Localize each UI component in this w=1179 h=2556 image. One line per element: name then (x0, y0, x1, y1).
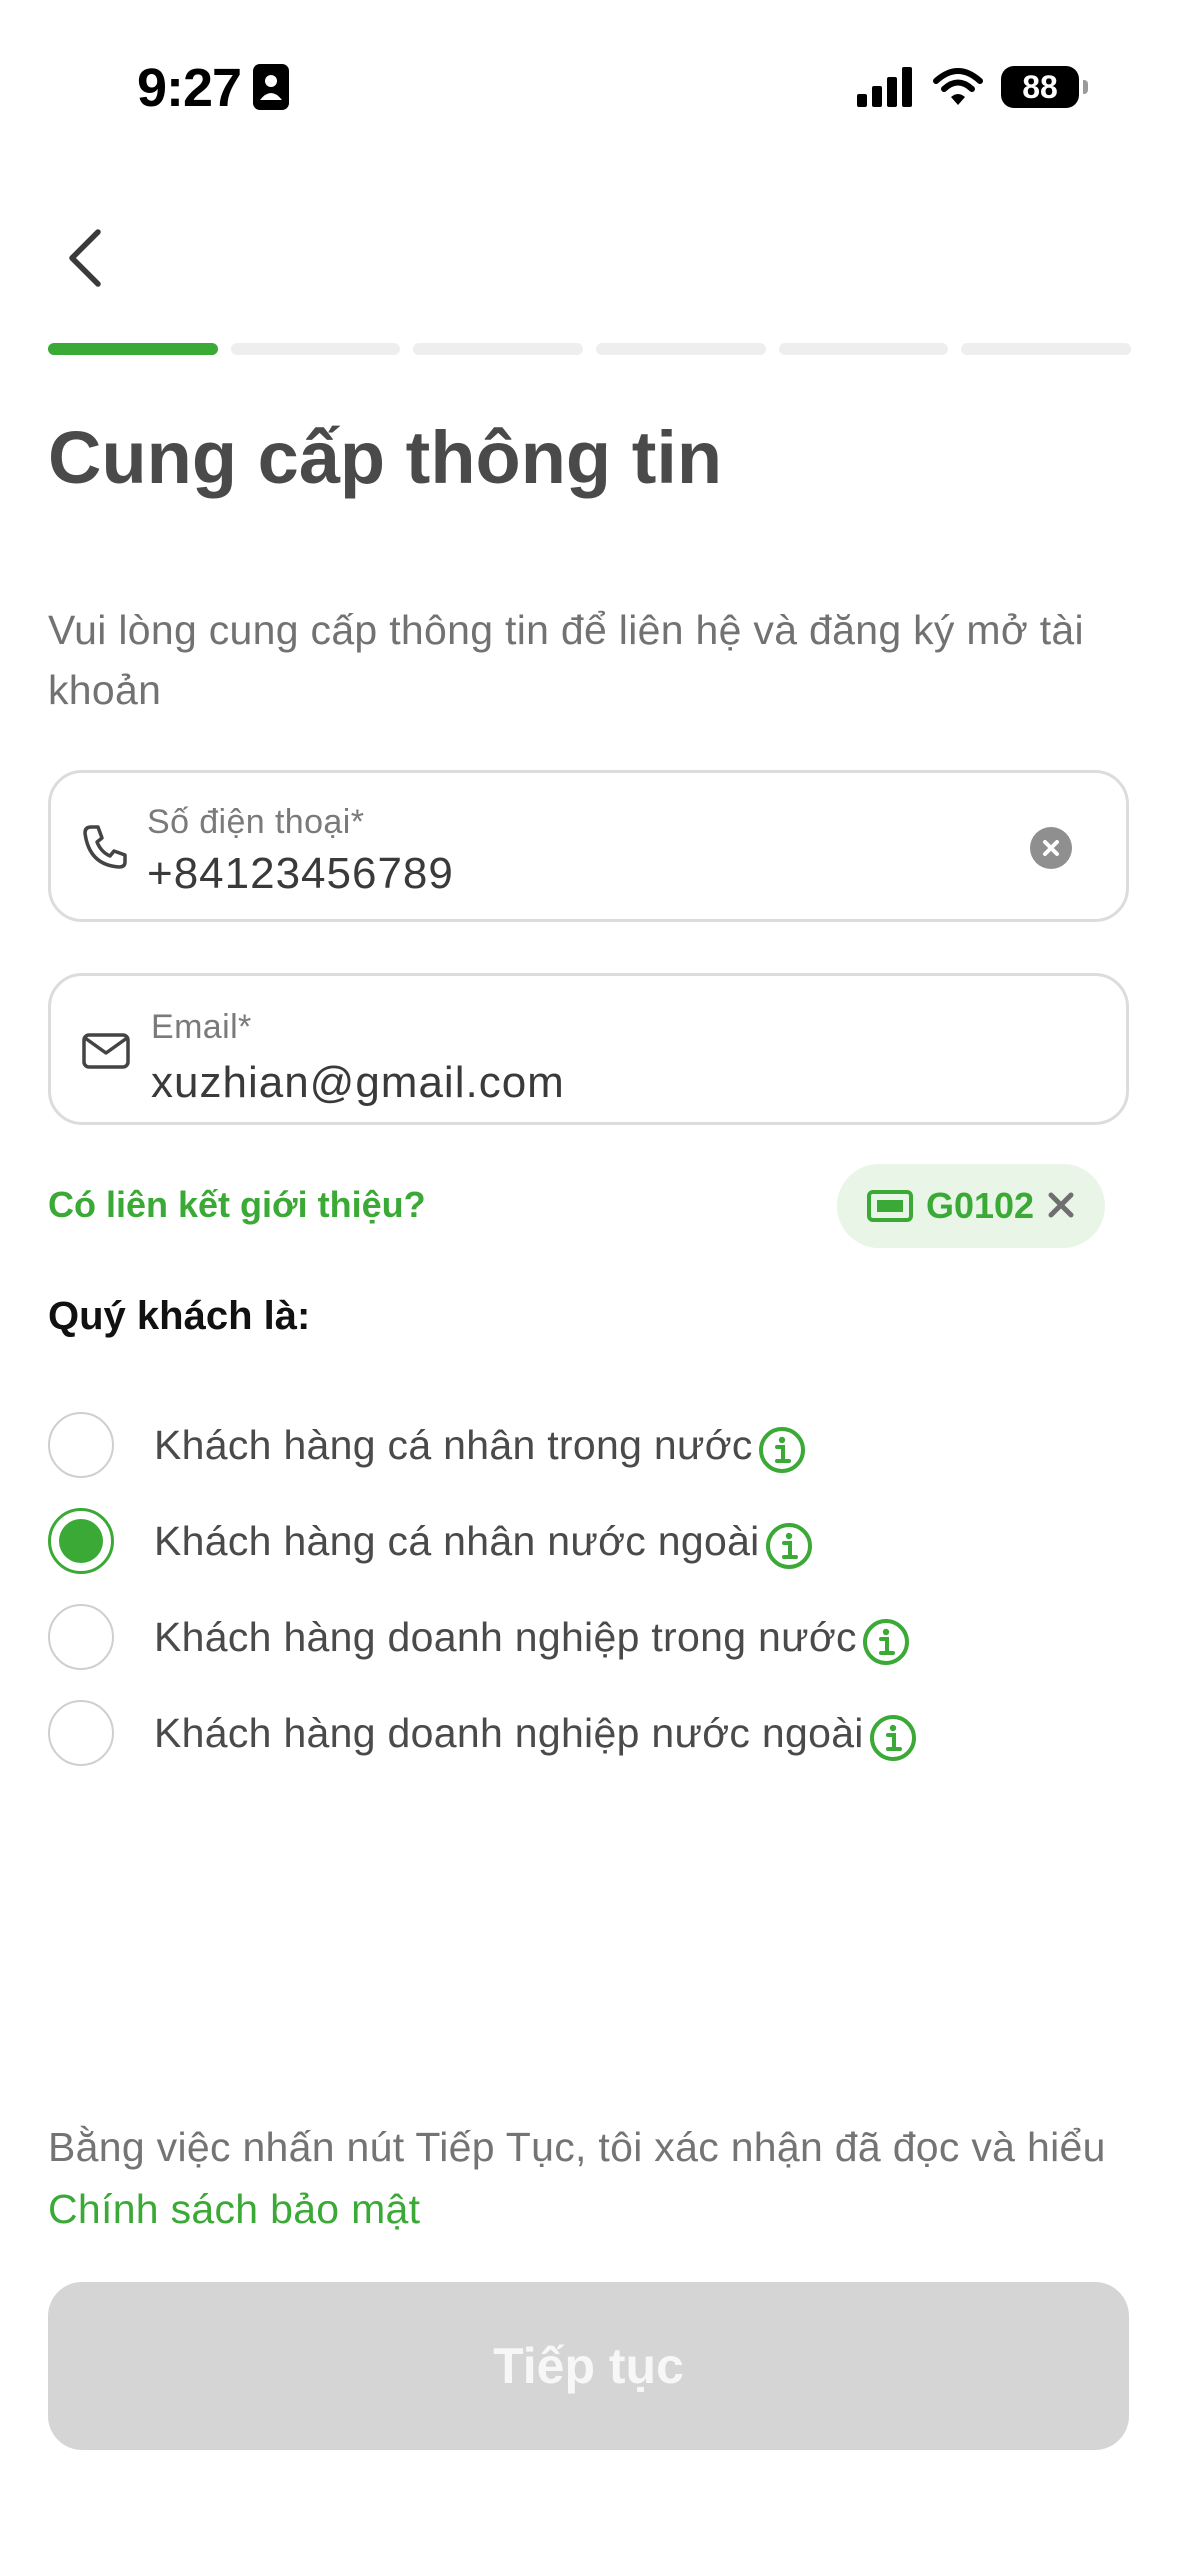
customer-type-question: Quý khách là: (48, 1294, 311, 1338)
progress-segment (48, 343, 218, 355)
back-button[interactable] (48, 218, 128, 298)
phone-field[interactable]: Số điện thoại* +84123456789 (48, 770, 1129, 922)
customer-type-option[interactable]: Khách hàng cá nhân nước ngoài (48, 1504, 1048, 1578)
progress-segment (961, 343, 1132, 355)
referral-code-chip: G0102 (837, 1164, 1105, 1248)
cellular-signal-icon (857, 67, 912, 107)
progress-segment (413, 343, 584, 355)
progress-segment (778, 343, 949, 355)
clear-phone-button[interactable] (1030, 827, 1072, 869)
status-time: 9:27 (137, 58, 242, 118)
info-icon[interactable] (868, 1713, 918, 1763)
email-field-value[interactable]: xuzhian@gmail.com (151, 1058, 565, 1108)
customer-type-option[interactable]: Khách hàng doanh nghiệp trong nước (48, 1600, 1048, 1674)
radio-button[interactable] (48, 1700, 114, 1766)
radio-button[interactable] (48, 1604, 114, 1670)
option-label: Khách hàng doanh nghiệp nước ngoài (154, 1709, 864, 1756)
option-label: Khách hàng cá nhân trong nước (154, 1421, 753, 1468)
info-icon[interactable] (757, 1425, 807, 1475)
info-icon[interactable] (764, 1521, 814, 1571)
customer-type-option[interactable]: Khách hàng doanh nghiệp nước ngoài (48, 1696, 1048, 1770)
battery-level: 88 (1022, 68, 1058, 105)
privacy-disclaimer: Bằng việc nhấn nút Tiếp Tục, tôi xác nhậ… (48, 2116, 1138, 2240)
referral-code: G0102 (925, 1185, 1035, 1226)
privacy-policy-link[interactable]: Chính sách bảo mật (48, 2186, 420, 2232)
close-icon (1048, 1192, 1074, 1218)
contact-card-icon (253, 64, 289, 110)
phone-field-label: Số điện thoại* (147, 803, 365, 841)
continue-button[interactable]: Tiếp tục (48, 2282, 1129, 2450)
page-title: Cung cấp thông tin (48, 416, 723, 499)
referral-link[interactable]: Có liên kết giới thiệu? (48, 1184, 426, 1226)
progress-segment (596, 343, 766, 355)
customer-type-option[interactable]: Khách hàng cá nhân trong nước (48, 1408, 1048, 1482)
ticket-icon (866, 1190, 913, 1222)
progress-segment (230, 343, 401, 355)
wifi-icon (933, 68, 983, 105)
chevron-left-icon (69, 229, 101, 287)
option-label: Khách hàng doanh nghiệp trong nước (154, 1613, 857, 1660)
remove-referral-button[interactable] (1046, 1184, 1076, 1228)
radio-button[interactable] (48, 1508, 114, 1574)
phone-field-value[interactable]: +84123456789 (147, 849, 454, 899)
option-label: Khách hàng cá nhân nước ngoài (154, 1517, 760, 1564)
step-progress-bar (48, 343, 1132, 355)
email-field-label: Email* (151, 1008, 252, 1046)
info-icon[interactable] (861, 1617, 911, 1667)
radio-button[interactable] (48, 1412, 114, 1478)
phone-icon (83, 825, 127, 869)
email-field[interactable]: Email* xuzhian@gmail.com (48, 973, 1129, 1125)
page-subtitle: Vui lòng cung cấp thông tin để liên hệ v… (48, 607, 1084, 713)
status-indicators: 88 (857, 62, 1088, 112)
disclaimer-text: Bằng việc nhấn nút Tiếp Tục, tôi xác nhậ… (48, 2124, 1106, 2170)
close-icon (1043, 840, 1059, 856)
mail-icon (82, 1033, 130, 1069)
battery-indicator: 88 (1001, 66, 1088, 108)
